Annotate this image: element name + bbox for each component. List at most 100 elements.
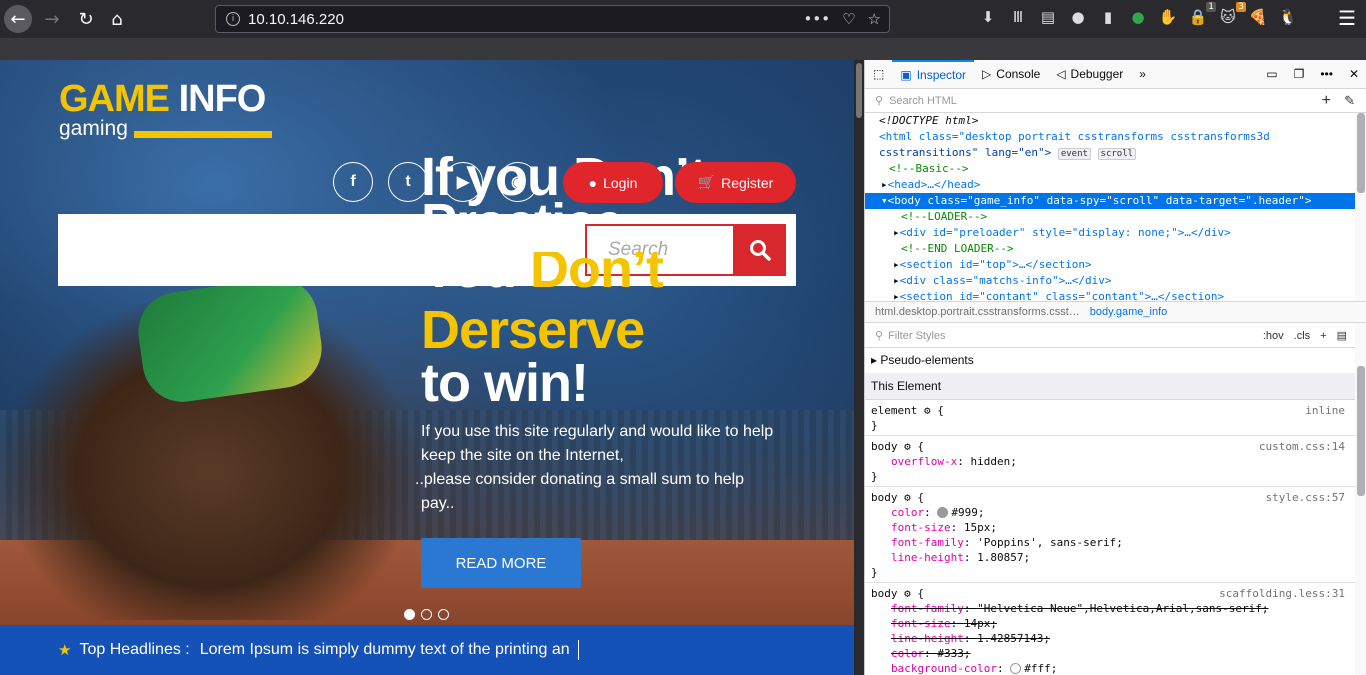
markup-line[interactable]: ▸<div id="preloader" style="display: non… <box>865 225 1355 241</box>
home-icon[interactable]: ⌂ <box>103 5 131 33</box>
instagram-icon[interactable]: ◉ <box>498 162 538 202</box>
extension-green-icon[interactable]: ● <box>1128 8 1148 30</box>
markup-line[interactable]: <!--Basic--> <box>865 161 1355 177</box>
markup-line[interactable]: <!--END LOADER--> <box>865 241 1355 257</box>
markup-line[interactable]: <!--LOADER--> <box>865 209 1355 225</box>
hamburger-menu-icon[interactable]: ☰ <box>1338 6 1356 30</box>
extension-hand-icon[interactable]: ✋ <box>1158 8 1178 30</box>
url-text[interactable]: 10.10.146.220 <box>248 11 344 28</box>
event-badge[interactable]: event <box>1057 148 1091 160</box>
extension-m-icon[interactable]: ▮ <box>1098 8 1118 30</box>
ticker-text[interactable]: Lorem Ipsum is simply dummy text of the … <box>200 641 570 659</box>
prop-name[interactable]: color <box>871 647 924 660</box>
prop-name[interactable]: font-size <box>871 617 951 630</box>
hov-button[interactable]: :hov <box>1263 329 1284 344</box>
page-actions-icon[interactable]: ••• <box>804 10 831 28</box>
responsive-icon[interactable]: ▭ <box>1258 60 1285 89</box>
filter-styles-input[interactable]: Filter Styles <box>888 329 945 344</box>
rule-body-style[interactable]: body ⚙ { style.css:57 color: #999; font-… <box>865 487 1355 583</box>
prop-value[interactable]: 'Poppins', sans-serif <box>977 536 1116 549</box>
slider-dot-2[interactable] <box>421 609 432 620</box>
forward-arrow-icon[interactable]: → <box>38 5 66 33</box>
rule-source[interactable]: style.css:57 <box>1266 490 1345 505</box>
prop-name[interactable]: color <box>871 506 924 519</box>
youtube-icon[interactable]: ▶ <box>443 162 483 202</box>
options-icon[interactable]: ••• <box>1312 60 1341 89</box>
close-icon[interactable]: ✕ <box>1341 60 1366 89</box>
prop-value[interactable]: hidden <box>970 455 1010 468</box>
breadcrumb-html[interactable]: html.desktop.portrait.csstransforms.csst… <box>875 306 1080 318</box>
search-button[interactable] <box>733 224 786 276</box>
prop-value[interactable]: "Helvetica Neue",Helvetica,Arial,sans-se… <box>977 602 1262 615</box>
bookmark-star-icon[interactable]: ☆ <box>868 10 881 28</box>
prop-name[interactable]: overflow-x <box>871 455 957 468</box>
filter-styles-bar[interactable]: ⚲ Filter Styles :hov .cls + ▤ <box>865 326 1355 348</box>
rule-source[interactable]: custom.css:14 <box>1259 439 1345 454</box>
add-rule-button[interactable]: + <box>1320 329 1326 344</box>
rule-body-custom[interactable]: body ⚙ { custom.css:14 overflow-x: hidde… <box>865 436 1355 487</box>
page-scrollbar-thumb[interactable] <box>856 63 862 118</box>
reload-icon[interactable]: ↻ <box>72 5 100 33</box>
back-arrow-icon[interactable]: ← <box>4 5 32 33</box>
register-button[interactable]: 🛒 Register <box>675 162 796 203</box>
slider-dot-1[interactable] <box>404 609 415 620</box>
prop-value[interactable]: #fff <box>1024 662 1051 675</box>
pseudo-elements-toggle[interactable]: ▸ Pseudo-elements <box>865 348 1355 374</box>
markup-line[interactable]: ▸<div class="matchs-info">…</div> <box>865 273 1355 289</box>
extension-penguin-icon[interactable]: 🐧 <box>1278 8 1298 30</box>
prop-value[interactable]: 14px <box>964 617 991 630</box>
login-button[interactable]: ● Login <box>563 162 663 203</box>
tab-debugger[interactable]: ◁ Debugger <box>1048 60 1131 89</box>
markup-line[interactable]: <!DOCTYPE html> <box>865 113 1355 129</box>
gear-icon[interactable]: ⚙ <box>904 440 911 453</box>
library-icon[interactable]: Ⅲ <box>1008 8 1028 30</box>
rules-scrollbar-thumb[interactable] <box>1357 366 1365 496</box>
page-scrollbar[interactable] <box>854 60 864 675</box>
prop-name[interactable]: background-color <box>871 662 997 675</box>
sidebar-icon[interactable]: ▤ <box>1038 8 1058 30</box>
prop-value[interactable]: 1.42857143 <box>977 632 1043 645</box>
url-bar[interactable]: i 10.10.146.220 ••• ♡ ☆ <box>215 5 890 33</box>
eyedropper-icon[interactable]: ✎ <box>1344 93 1355 109</box>
breadcrumb-body[interactable]: body.game_info <box>1090 306 1167 318</box>
prop-value[interactable]: #333 <box>937 647 964 660</box>
site-logo[interactable]: GAME INFO gaming <box>59 80 272 140</box>
markup-line[interactable]: ▸<head>…</head> <box>865 177 1355 193</box>
prop-name[interactable]: line-height <box>871 632 964 645</box>
scroll-badge[interactable]: scroll <box>1097 148 1137 160</box>
markup-line[interactable]: csstransitions" lang="en"> event scroll <box>865 145 1355 161</box>
html-search-input[interactable]: Search HTML <box>889 95 957 107</box>
rule-source[interactable]: inline <box>1305 403 1345 418</box>
prop-name[interactable]: line-height <box>871 551 964 564</box>
tab-inspector[interactable]: ▣ Inspector <box>892 59 975 89</box>
site-info-icon[interactable]: i <box>226 12 240 26</box>
more-tabs-chevron-icon[interactable]: » <box>1131 60 1154 89</box>
markup-scrollbar-thumb[interactable] <box>1357 113 1365 193</box>
element-picker-icon[interactable]: ⬚ <box>865 60 892 89</box>
color-swatch[interactable] <box>1010 663 1022 674</box>
tab-console[interactable]: ▷ Console <box>974 60 1048 89</box>
read-more-button[interactable]: READ MORE <box>421 538 581 588</box>
prop-value[interactable]: 1.80857 <box>977 551 1023 564</box>
color-swatch[interactable] <box>937 507 949 518</box>
rule-source[interactable]: scaffolding.less:31 <box>1219 586 1345 601</box>
prop-name[interactable]: font-size <box>871 521 951 534</box>
account-icon[interactable]: ● <box>1068 8 1088 30</box>
prop-value[interactable]: 15px <box>964 521 991 534</box>
html-search[interactable]: ⚲ Search HTML + ✎ <box>865 89 1366 113</box>
prop-value[interactable]: #999 <box>951 506 978 519</box>
prop-name[interactable]: font-family <box>871 536 964 549</box>
markup-line-selected[interactable]: ▾<body class="game_info" data-spy="scrol… <box>865 193 1355 209</box>
gear-icon[interactable]: ⚙ <box>904 491 911 504</box>
rule-element[interactable]: element ⚙ { inline } <box>865 400 1355 436</box>
add-node-icon[interactable]: + <box>1322 92 1331 110</box>
dock-icon[interactable]: ❐ <box>1286 60 1313 89</box>
print-icon[interactable]: ▤ <box>1337 329 1347 344</box>
downloads-icon[interactable]: ⬇ <box>978 8 998 30</box>
extension-pizza-icon[interactable]: 🍕 <box>1248 8 1268 30</box>
gear-icon[interactable]: ⚙ <box>904 587 911 600</box>
rule-body-scaffolding[interactable]: body ⚙ { scaffolding.less:31 font-family… <box>865 583 1355 675</box>
extension-lock-icon[interactable]: 🔒 1 <box>1188 2 1216 30</box>
cls-button[interactable]: .cls <box>1294 329 1311 344</box>
prop-name[interactable]: font-family <box>871 602 964 615</box>
